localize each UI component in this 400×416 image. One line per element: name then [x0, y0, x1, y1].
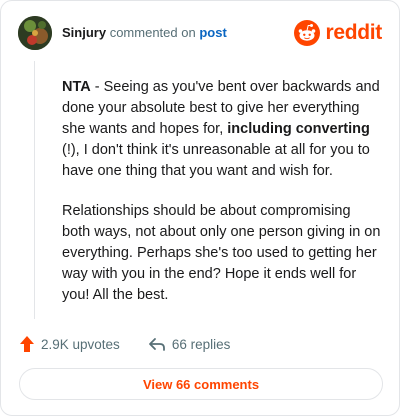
comment-header: Sinjury commented on post	[62, 25, 227, 41]
reddit-logo[interactable]: reddit	[294, 19, 382, 47]
avatar-image	[18, 16, 52, 50]
comment-body: NTA - Seeing as you've bent over backwar…	[62, 77, 382, 325]
commented-on-text: commented on	[109, 25, 196, 40]
comment-paragraph-1: NTA - Seeing as you've bent over backwar…	[62, 77, 382, 182]
comment-paragraph-2: Relationships should be about compromisi…	[62, 203, 381, 303]
post-link[interactable]: post	[199, 25, 226, 40]
reddit-wordmark: reddit	[325, 21, 382, 44]
reply-arrow-icon	[148, 338, 165, 351]
replies-button[interactable]: 66 replies	[148, 336, 231, 352]
upvote-button[interactable]: 2.9K upvotes	[19, 335, 120, 353]
comment-text-1b: (!), I don't think it's unreasonable at …	[62, 142, 370, 179]
reddit-snoo-icon	[294, 20, 321, 46]
replies-count: 66 replies	[171, 336, 231, 352]
view-comments-button[interactable]: View 66 comments	[19, 368, 383, 400]
thread-line	[34, 61, 35, 319]
verdict-text: NTA	[62, 79, 91, 95]
comment-card: Sinjury commented on post reddit NTA - S…	[0, 0, 400, 416]
comment-actions: 2.9K upvotes 66 replies	[19, 332, 381, 356]
bold-phrase: including converting	[227, 121, 370, 137]
avatar[interactable]	[18, 16, 52, 50]
upvote-arrow-icon	[20, 336, 34, 352]
upvote-count: 2.9K upvotes	[41, 336, 120, 352]
username[interactable]: Sinjury	[62, 25, 106, 40]
